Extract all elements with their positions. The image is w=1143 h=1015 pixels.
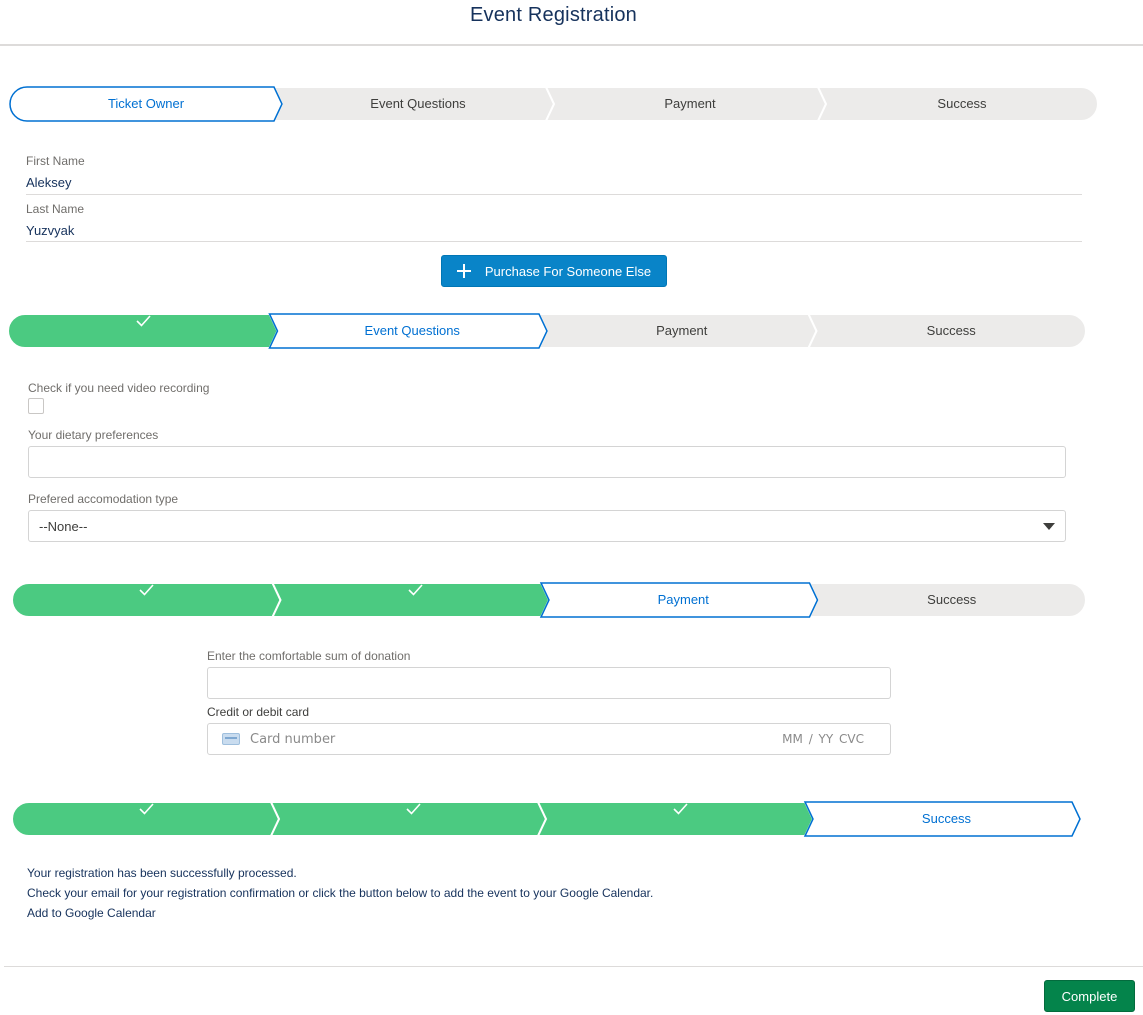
dietary-preferences-label: Your dietary preferences: [28, 428, 159, 442]
add-to-google-calendar-link[interactable]: Add to Google Calendar: [27, 906, 156, 920]
page-title: Event Registration: [469, 4, 638, 26]
checkmark-icon: [408, 584, 423, 596]
first-name-label: First Name: [26, 154, 85, 168]
last-name-label: Last Name: [26, 202, 85, 216]
path-stage-2-label: Event Questions: [364, 323, 460, 338]
checkmark-icon: [139, 584, 154, 596]
accommodation-type-value: --None--: [39, 518, 88, 534]
first-name-underline: [26, 194, 1082, 195]
path-stage-3-label: Payment: [656, 323, 708, 338]
purchase-button-label: Purchase For Someone Else: [484, 263, 652, 279]
confirmation-instructions: Check your email for your registration c…: [27, 886, 654, 900]
progress-path-1: Ticket Owner Event Questions Payment Succes…: [9, 86, 1099, 122]
plus-icon: [456, 264, 471, 278]
donation-label: Enter the comfortable sum of donation: [207, 649, 411, 663]
path-stage-4-label: Success: [927, 592, 977, 607]
progress-path-4: Success: [11, 801, 1081, 837]
last-name-underline: [26, 241, 1082, 242]
path-stage-1-label: Ticket Owner: [107, 96, 185, 111]
progress-path-3: Payment Success: [11, 582, 1087, 618]
card-number-placeholder: Card number: [250, 731, 336, 747]
dietary-preferences-input[interactable]: [28, 446, 1066, 478]
card-label: Credit or debit card: [207, 705, 310, 719]
checkmark-icon: [136, 315, 151, 327]
path-stage-4-label: Success: [937, 96, 987, 111]
path-stage-3-label: Payment: [657, 592, 709, 607]
complete-button[interactable]: Complete: [1044, 980, 1135, 1012]
video-recording-checkbox[interactable]: [28, 398, 44, 414]
success-message: Your registration has been successfully …: [27, 866, 297, 880]
progress-path-2: Event Questions Payment Success: [7, 313, 1087, 349]
purchase-for-someone-else-button[interactable]: Purchase For Someone Else: [441, 255, 667, 287]
complete-button-label: Complete: [1061, 988, 1118, 1004]
donation-input[interactable]: [207, 667, 891, 699]
path-stage-4-label: Success: [926, 323, 976, 338]
accommodation-type-label: Prefered accomodation type: [28, 492, 179, 506]
video-recording-label: Check if you need video recording: [28, 381, 210, 395]
checkmark-icon: [405, 803, 421, 815]
path-stage-2-label: Event Questions: [370, 96, 466, 111]
checkmark-icon: [138, 803, 154, 815]
credit-card-icon: [222, 733, 240, 745]
path-stage-4-label: Success: [921, 811, 972, 826]
card-expiry-cvc-placeholder[interactable]: MM / YY CVC: [782, 724, 864, 754]
checkmark-icon: [672, 803, 688, 815]
path-stage-3-label: Payment: [664, 96, 716, 111]
accommodation-type-select[interactable]: --None--: [28, 510, 1066, 542]
card-input[interactable]: Card number MM / YY CVC: [207, 723, 891, 755]
footer-divider: [4, 966, 1143, 967]
caret-down-icon: [1043, 523, 1055, 530]
first-name-value[interactable]: Aleksey: [26, 175, 72, 190]
last-name-value[interactable]: Yuzvyak: [26, 223, 74, 238]
header-divider: [0, 44, 1143, 46]
